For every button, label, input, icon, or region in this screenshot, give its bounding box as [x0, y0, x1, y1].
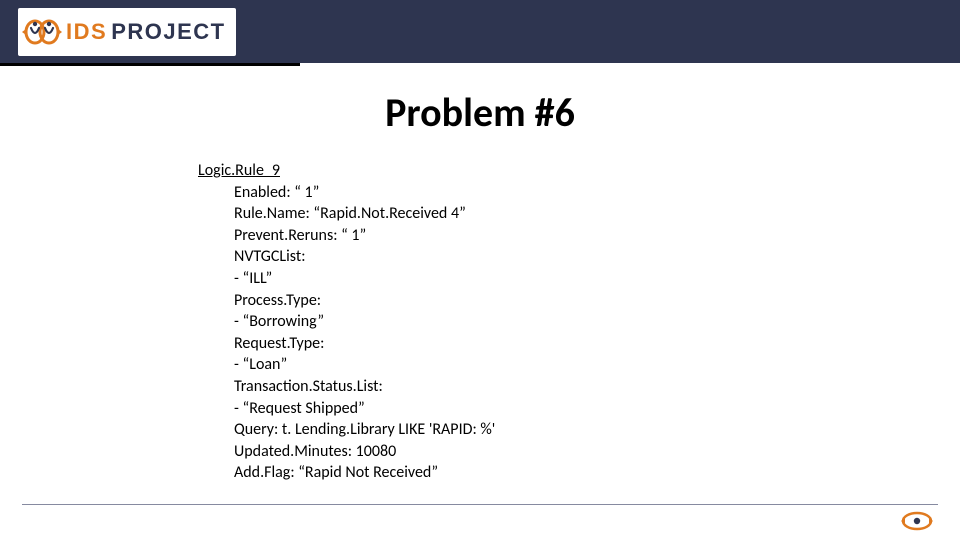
rule-prop: - “ILL”: [234, 268, 495, 290]
rule-prop: Enabled: “ 1”: [234, 182, 495, 204]
rule-prop: - “Borrowing”: [234, 311, 495, 333]
rule-prop: Prevent.Reruns: “ 1”: [234, 225, 495, 247]
brand-logo: IDS PROJECT: [18, 8, 236, 56]
rule-prop: Updated.Minutes: 10080: [234, 441, 495, 463]
brand-project: PROJECT: [111, 19, 225, 45]
rule-prop: Request.Type:: [234, 333, 495, 355]
rule-block: Logic.Rule_9 Enabled: “ 1” Rule.Name: “R…: [198, 160, 495, 484]
brand-ids: IDS: [66, 19, 107, 45]
footer-divider: [22, 504, 938, 505]
page-title: Problem #6: [0, 88, 960, 137]
footer-eye-icon: [900, 510, 934, 532]
rule-prop: Rule.Name: “Rapid.Not.Received 4”: [234, 203, 495, 225]
rule-header: Logic.Rule_9: [198, 160, 495, 182]
brand-logo-icon: [18, 12, 66, 52]
rule-prop: Process.Type:: [234, 290, 495, 312]
header-underbar: [0, 63, 300, 66]
rule-properties: Enabled: “ 1” Rule.Name: “Rapid.Not.Rece…: [234, 182, 495, 484]
brand-logo-text: IDS PROJECT: [66, 19, 226, 45]
rule-prop: Add.Flag: “Rapid Not Received”: [234, 462, 495, 484]
rule-prop: Transaction.Status.List:: [234, 376, 495, 398]
rule-prop: - “Loan”: [234, 354, 495, 376]
rule-prop: - “Request Shipped”: [234, 398, 495, 420]
rule-prop: Query: t. Lending.Library LIKE 'RAPID: %…: [234, 419, 495, 441]
rule-prop: NVTGCList:: [234, 246, 495, 268]
